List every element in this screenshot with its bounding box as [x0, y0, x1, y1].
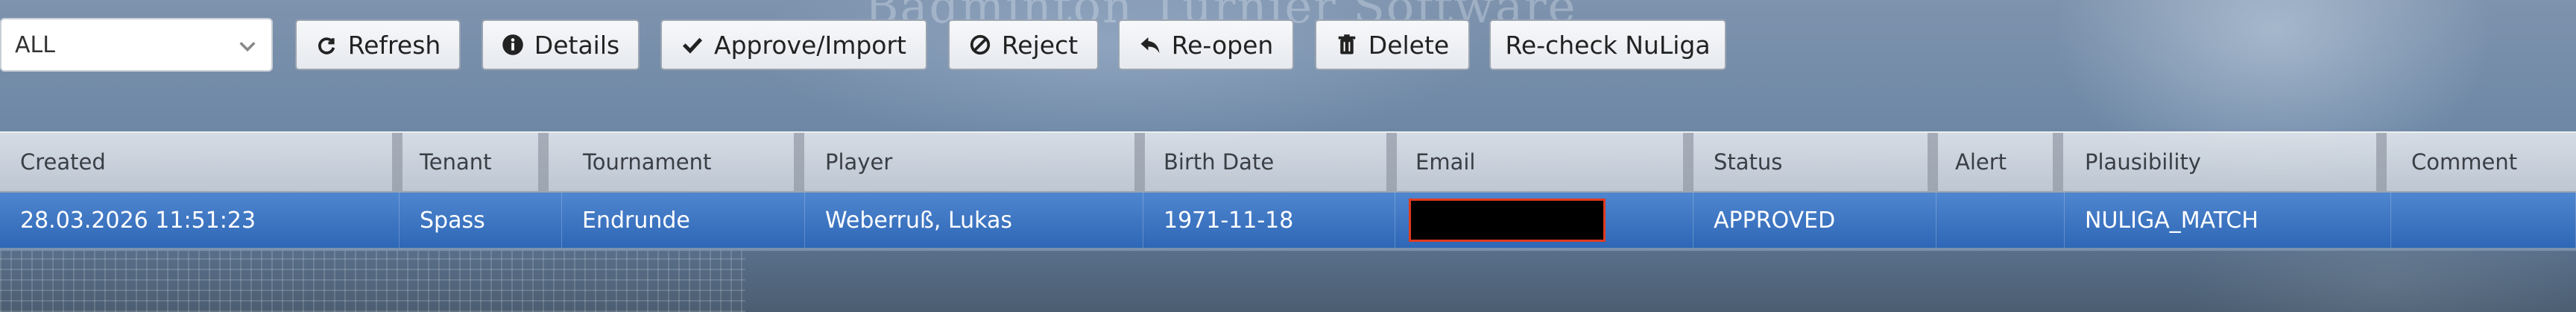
refresh-button[interactable]: Refresh	[295, 19, 461, 70]
ban-icon	[969, 33, 991, 57]
column-resize-handle[interactable]	[794, 133, 804, 191]
recheck-nuliga-label: Re-check NuLiga	[1505, 30, 1711, 60]
cell-birth-date: 1971-11-18	[1143, 193, 1395, 248]
chevron-down-icon	[239, 42, 256, 52]
delete-button[interactable]: Delete	[1315, 19, 1470, 70]
table-header: Created Tenant Tournament Player Birth D…	[0, 131, 2576, 193]
column-resize-handle[interactable]	[2053, 133, 2063, 191]
filter-select[interactable]: ALL	[0, 18, 273, 72]
column-header-alert[interactable]: Alert	[1935, 133, 2063, 191]
cell-alert	[1936, 193, 2065, 248]
reject-button[interactable]: Reject	[948, 19, 1099, 70]
cell-comment	[2391, 193, 2576, 248]
refresh-label: Refresh	[347, 30, 441, 60]
column-header-birth-date[interactable]: Birth Date	[1143, 133, 1397, 191]
column-header-comment[interactable]: Comment	[2391, 133, 2576, 191]
filter-select-value: ALL	[15, 31, 55, 58]
email-redaction-box	[1409, 199, 1606, 242]
cell-tenant: Spass	[400, 193, 562, 248]
column-header-email[interactable]: Email	[1395, 133, 1693, 191]
registrations-table: Created Tenant Tournament Player Birth D…	[0, 131, 2576, 251]
check-icon	[681, 33, 704, 57]
column-header-created[interactable]: Created	[0, 133, 402, 191]
cell-status: APPROVED	[1693, 193, 1936, 248]
table-row[interactable]: 28.03.2026 11:51:23 Spass Endrunde Weber…	[0, 193, 2576, 251]
cell-tournament: Endrunde	[562, 193, 805, 248]
delete-label: Delete	[1368, 30, 1450, 60]
column-resize-handle[interactable]	[538, 133, 549, 191]
cell-plausibility: NULIGA_MATCH	[2065, 193, 2391, 248]
column-header-status[interactable]: Status	[1693, 133, 1938, 191]
reject-label: Reject	[1001, 30, 1079, 60]
column-header-tenant[interactable]: Tenant	[400, 133, 549, 191]
approve-import-button[interactable]: Approve/Import	[660, 19, 927, 70]
reopen-label: Re-open	[1171, 30, 1274, 60]
column-header-tournament[interactable]: Tournament	[563, 133, 804, 191]
info-icon	[502, 33, 524, 57]
cell-player: Weberruß, Lukas	[805, 193, 1143, 248]
column-header-plausibility[interactable]: Plausibility	[2065, 133, 2387, 191]
refresh-icon	[315, 33, 338, 57]
trash-icon	[1336, 33, 1358, 57]
reply-icon	[1139, 33, 1161, 57]
column-header-player[interactable]: Player	[805, 133, 1145, 191]
recheck-nuliga-button[interactable]: Re-check NuLiga	[1489, 19, 1726, 70]
approve-import-label: Approve/Import	[714, 30, 906, 60]
cell-created: 28.03.2026 11:51:23	[0, 193, 400, 248]
reopen-button[interactable]: Re-open	[1118, 19, 1294, 70]
details-button[interactable]: Details	[482, 19, 640, 70]
column-resize-handle[interactable]	[2376, 133, 2387, 191]
details-label: Details	[534, 30, 620, 60]
background-net	[0, 246, 745, 312]
column-resize-handle[interactable]	[1683, 133, 1693, 191]
